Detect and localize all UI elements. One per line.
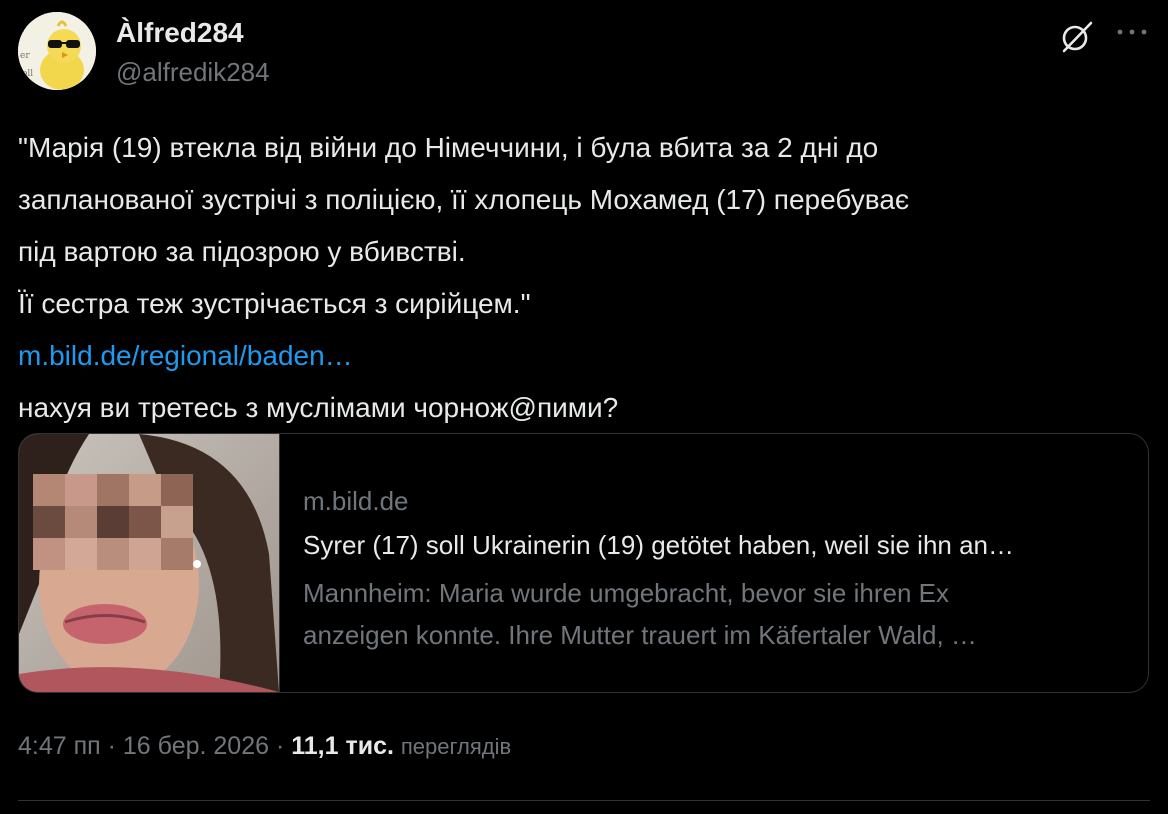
chick-with-sunglasses-avatar: r er oll bbox=[18, 12, 96, 90]
tweet-line: Її сестра теж зустрічається з сирійцем." bbox=[18, 288, 531, 319]
tweet-text: "Марія (19) втекла від війни до Німеччин… bbox=[18, 122, 1148, 434]
card-domain: m.bild.de bbox=[303, 486, 409, 516]
tweet-line: під вартою за підозрою у вбивстві. bbox=[18, 236, 466, 267]
views-label: переглядів bbox=[400, 734, 512, 759]
views-count[interactable]: 11,1 тис. bbox=[291, 732, 394, 760]
card-description: Mannheim: Maria wurde umgebracht, bevor … bbox=[303, 572, 1103, 656]
user-handle[interactable]: @alfredik284 bbox=[116, 56, 270, 88]
svg-text:r: r bbox=[21, 25, 26, 35]
separator: · bbox=[100, 732, 123, 760]
card-description-line: Mannheim: Maria wurde umgebracht, bevor … bbox=[303, 578, 949, 608]
tweet-line: запланованої зустрічі з поліцією, її хло… bbox=[18, 184, 910, 215]
grok-slash-icon[interactable] bbox=[1058, 18, 1096, 56]
avatar[interactable]: r er oll bbox=[18, 12, 96, 90]
tweet-line: нахуя ви третесь з муслімами чорнож@пими… bbox=[18, 392, 619, 423]
display-name[interactable]: Àlfred284 bbox=[116, 16, 244, 50]
divider bbox=[18, 800, 1150, 801]
card-description-line: anzeigen konnte. Ihre Mutter trauert im … bbox=[303, 620, 977, 650]
tweet-meta: 4:47 пп · 16 бер. 2026 · 11,1 тис. перег… bbox=[18, 732, 511, 761]
svg-text:oll: oll bbox=[22, 69, 33, 79]
card-thumbnail bbox=[19, 434, 280, 692]
tweet-line: "Марія (19) втекла від війни до Німеччин… bbox=[18, 132, 879, 163]
svg-text:er: er bbox=[20, 51, 30, 61]
more-horizontal-icon[interactable] bbox=[1112, 20, 1152, 44]
tweet-link[interactable]: m.bild.de/regional/baden… bbox=[18, 330, 1148, 382]
card-title: Syrer (17) soll Ukrainerin (19) getötet … bbox=[303, 530, 1015, 560]
separator: · bbox=[269, 732, 292, 760]
tweet-date[interactable]: 16 бер. 2026 bbox=[123, 732, 269, 760]
link-preview-card[interactable]: m.bild.de Syrer (17) soll Ukrainerin (19… bbox=[18, 433, 1149, 693]
tweet-time[interactable]: 4:47 пп bbox=[18, 732, 101, 760]
